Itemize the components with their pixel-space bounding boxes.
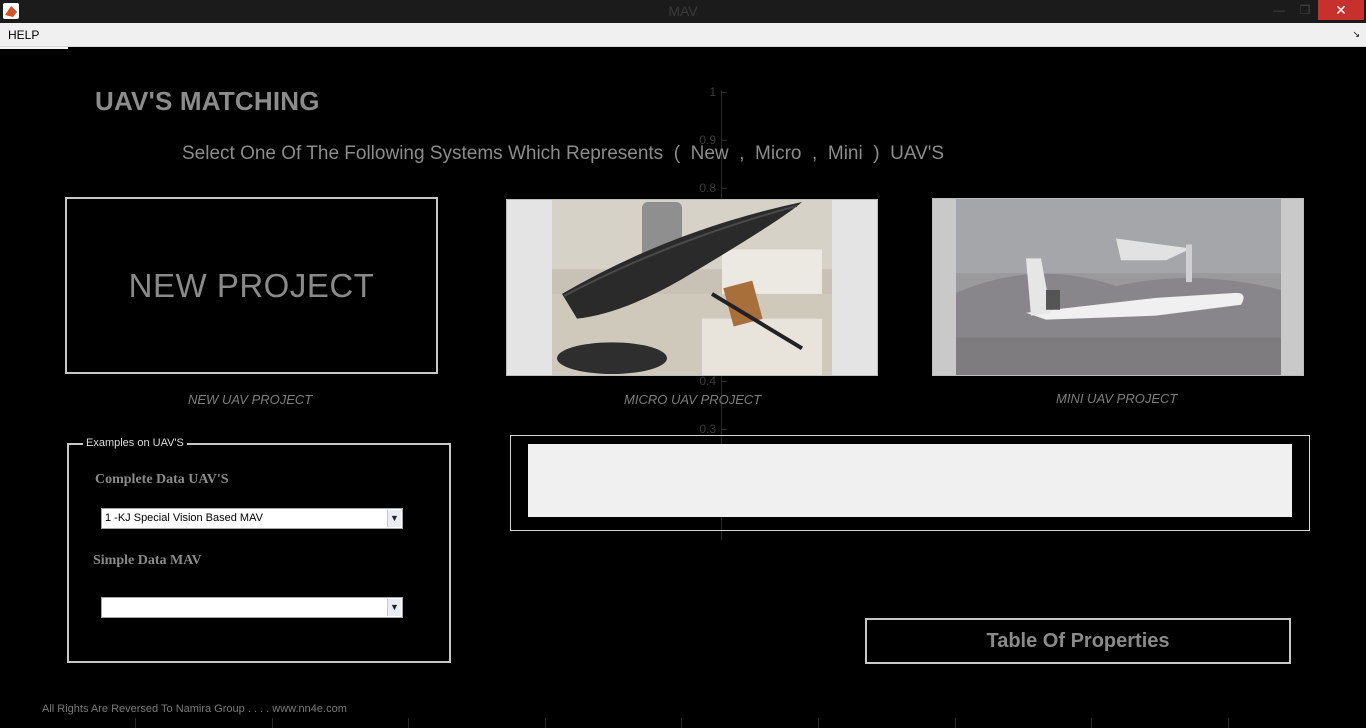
axis-tick — [955, 718, 956, 728]
axis-tick — [681, 718, 682, 728]
axis-tick — [135, 718, 136, 728]
axis-tick — [272, 718, 273, 728]
mini-project-caption: MINI UAV PROJECT — [1056, 391, 1178, 406]
axis-tick — [1228, 718, 1229, 728]
new-project-label: NEW PROJECT — [128, 266, 375, 304]
info-display-area — [528, 444, 1292, 517]
close-icon[interactable]: ✕ — [1318, 0, 1364, 20]
axis-tick-label: 0.8 — [699, 181, 716, 195]
micro-project-caption: MICRO UAV PROJECT — [624, 392, 762, 407]
chevron-down-icon[interactable]: ▼ — [387, 510, 401, 527]
page-title: UAV'S MATCHING — [95, 86, 320, 116]
new-project-button[interactable]: NEW PROJECT — [65, 197, 438, 374]
axis-tick — [721, 140, 727, 141]
axis-tick — [818, 718, 819, 728]
mini-uav-button[interactable] — [932, 198, 1304, 376]
micro-uav-button[interactable] — [506, 199, 878, 376]
instruction-text: Select One Of The Following Systems Whic… — [182, 143, 945, 164]
complete-data-value: 1 -KJ Special Vision Based MAV — [105, 512, 263, 524]
window-title: MAV — [668, 3, 698, 19]
complete-data-dropdown[interactable]: 1 -KJ Special Vision Based MAV ▼ — [101, 508, 403, 529]
table-of-properties-button[interactable]: Table Of Properties — [865, 618, 1291, 664]
axis-tick-label: 0.4 — [699, 374, 716, 388]
chevron-down-icon[interactable]: ▼ — [387, 599, 401, 616]
simple-data-dropdown[interactable]: ▼ — [101, 597, 403, 618]
axis-tick-label: 1 — [709, 85, 716, 99]
axis-tick — [408, 718, 409, 728]
new-project-caption: NEW UAV PROJECT — [188, 392, 313, 407]
menu-help[interactable]: HELP — [8, 28, 39, 42]
simple-data-label: Simple Data MAV — [93, 553, 202, 568]
axis-tick-label: 0.3 — [699, 422, 716, 436]
axis-tick — [721, 92, 727, 93]
axis-tick — [1091, 718, 1092, 728]
maximize-icon[interactable]: ❐ — [1292, 0, 1318, 20]
examples-panel: Examples on UAV'S Complete Data UAV'S 1 … — [67, 437, 451, 663]
info-display-frame — [510, 435, 1310, 531]
window-titlebar: MAV — ❐ ✕ — [0, 0, 1366, 23]
menu-underline — [0, 47, 68, 49]
axis-tick — [721, 381, 727, 382]
axis-tick — [721, 188, 727, 189]
minimize-icon[interactable]: — — [1266, 0, 1292, 20]
footer-copyright: All Rights Are Reversed To Namira Group … — [42, 703, 347, 715]
menu-bar: HELP ↘ — [0, 23, 1366, 47]
micro-uav-photo — [552, 200, 832, 375]
complete-data-label: Complete Data UAV'S — [95, 472, 229, 487]
mini-uav-photo — [956, 199, 1281, 375]
resize-arrow-icon: ↘ — [1352, 29, 1360, 39]
axis-tick — [721, 429, 727, 430]
axis-tick — [545, 718, 546, 728]
examples-panel-title: Examples on UAV'S — [83, 437, 187, 449]
